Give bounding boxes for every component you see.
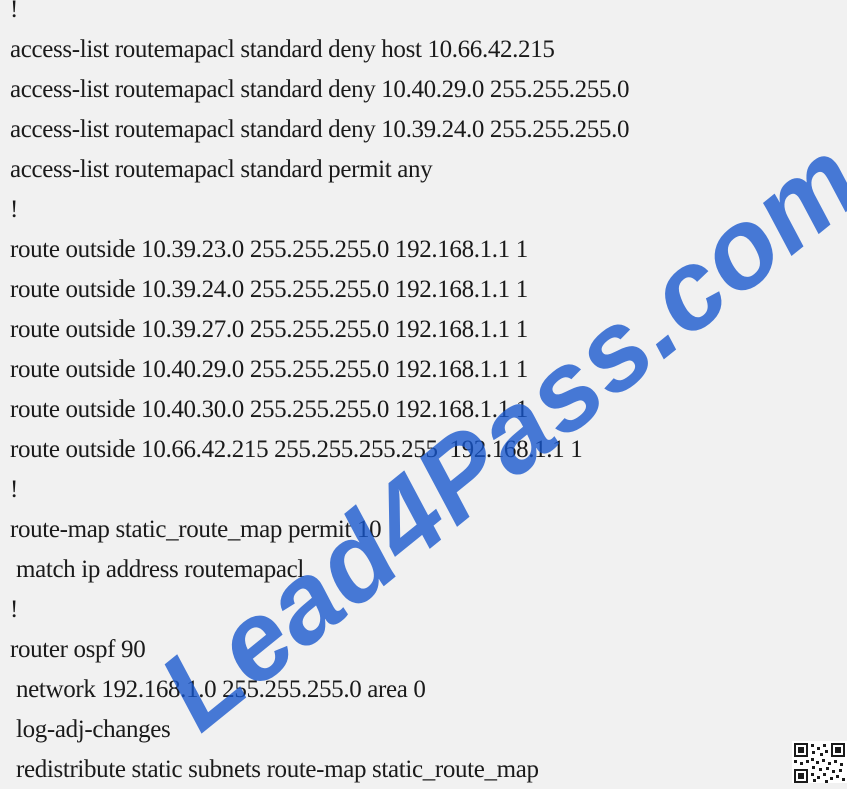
- config-line: !: [10, 0, 18, 23]
- config-line: access-list routemapacl standard deny ho…: [10, 36, 555, 63]
- config-line: access-list routemapacl standard deny 10…: [10, 76, 630, 103]
- config-line: log-adj-changes: [16, 716, 171, 743]
- config-line: route-map static_route_map permit 10: [10, 516, 382, 543]
- config-line: route outside 10.40.29.0 255.255.255.0 1…: [10, 356, 528, 383]
- config-line: route outside 10.39.24.0 255.255.255.0 1…: [10, 276, 528, 303]
- config-line: route outside 10.40.30.0 255.255.255.0 1…: [10, 396, 528, 423]
- config-line: route outside 10.39.27.0 255.255.255.0 1…: [10, 316, 528, 343]
- config-line: !: [10, 196, 18, 223]
- config-line: match ip address routemapacl: [16, 556, 305, 583]
- config-line: !: [10, 596, 18, 623]
- config-line: access-list routemapacl standard deny 10…: [10, 116, 630, 143]
- config-line: route outside 10.39.23.0 255.255.255.0 1…: [10, 236, 528, 263]
- config-line: redistribute static subnets route-map st…: [16, 756, 539, 783]
- config-listing: ! access-list routemapacl standard deny …: [0, 0, 847, 789]
- qr-code-icon: [792, 741, 847, 783]
- config-line: route outside 10.66.42.215 255.255.255.2…: [10, 436, 583, 463]
- config-line: access-list routemapacl standard permit …: [10, 156, 433, 183]
- config-line: network 192.168.1.0 255.255.255.0 area 0: [16, 676, 426, 703]
- config-line: !: [10, 476, 18, 503]
- config-line: router ospf 90: [10, 636, 146, 663]
